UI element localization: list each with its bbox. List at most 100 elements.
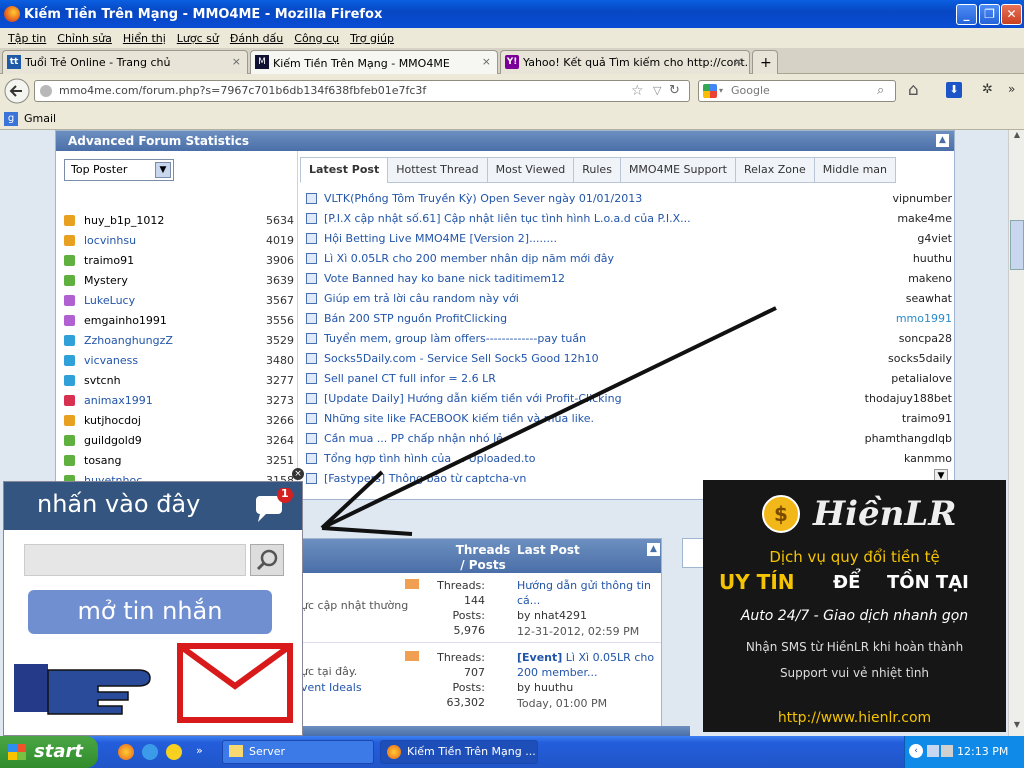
- page-scrollbar[interactable]: ▲ ▼: [1008, 130, 1024, 736]
- poster-name[interactable]: kutjhocdoj: [84, 414, 141, 427]
- menu-bookmarks[interactable]: Đánh dấu: [224, 32, 288, 45]
- tab-yahoo[interactable]: Y! Yahoo! Kết quả Tìm kiếm cho http://co…: [500, 50, 750, 74]
- thread-tab[interactable]: Hottest Thread: [387, 157, 488, 183]
- hienlr-advertisement[interactable]: $ HiềnLR Dịch vụ quy đổi tiền tệ UY TÍN …: [703, 480, 1006, 732]
- thread-tab[interactable]: Middle man: [813, 157, 896, 183]
- back-button[interactable]: [4, 78, 30, 104]
- engine-dropdown-icon[interactable]: ▾: [719, 81, 723, 101]
- poster-name[interactable]: vicvaness: [84, 354, 138, 367]
- thread-user[interactable]: g4viet: [917, 232, 952, 245]
- menu-history[interactable]: Lược sử: [171, 32, 224, 45]
- poster-name[interactable]: svtcnh: [84, 374, 121, 387]
- thread-link[interactable]: VLTK(Phồng Tôm Truyền Kỳ) Open Sever ngà…: [324, 192, 642, 205]
- thread-user[interactable]: makeno: [908, 272, 952, 285]
- network-icon[interactable]: [927, 745, 939, 757]
- thread-user[interactable]: mmo1991: [896, 312, 952, 325]
- menu-view[interactable]: Hiển thị: [117, 32, 171, 45]
- expand-quicklaunch-icon[interactable]: »: [196, 744, 203, 757]
- thread-tab[interactable]: MMO4ME Support: [619, 157, 736, 183]
- scroll-down-icon[interactable]: ▼: [1010, 720, 1024, 734]
- poster-name[interactable]: guildgold9: [84, 434, 142, 447]
- dropdown-arrow-icon[interactable]: ▽: [653, 81, 661, 101]
- last-post-link[interactable]: [Event] Lì Xì 0.05LR cho 200 member...: [517, 650, 657, 680]
- poster-name[interactable]: tosang: [84, 454, 121, 467]
- rss-icon[interactable]: [405, 579, 419, 589]
- ad-url[interactable]: http://www.hienlr.com: [703, 710, 1006, 726]
- firefox-quicklaunch-icon[interactable]: [118, 744, 134, 760]
- chat-search-input[interactable]: [24, 544, 246, 576]
- messenger-quicklaunch-icon[interactable]: [166, 744, 182, 760]
- poster-name[interactable]: ZzhoanghungzZ: [84, 334, 173, 347]
- thread-user[interactable]: kanmmo: [904, 452, 952, 465]
- home-icon[interactable]: ⌂: [908, 80, 919, 100]
- close-tab-icon[interactable]: ×: [232, 55, 241, 68]
- task-server[interactable]: Server: [222, 740, 374, 764]
- chevron-down-icon[interactable]: ▼: [155, 162, 171, 178]
- scroll-thumb[interactable]: [1010, 220, 1024, 270]
- menu-file[interactable]: Tập tin: [2, 32, 51, 45]
- start-button[interactable]: start: [0, 736, 98, 768]
- top-poster-select[interactable]: Top Poster ▼: [64, 159, 174, 181]
- poster-name[interactable]: locvinhsu: [84, 234, 136, 247]
- last-post-user[interactable]: by nhat4291: [517, 609, 587, 622]
- last-post-link[interactable]: Hướng dẫn gửi thông tin cá...: [517, 578, 657, 608]
- addon-icon[interactable]: ✲: [982, 82, 993, 97]
- thread-link[interactable]: Lì Xì 0.05LR cho 200 member nhân dịp năm…: [324, 252, 614, 265]
- thread-tab[interactable]: Most Viewed: [486, 157, 575, 183]
- thread-user[interactable]: socks5daily: [888, 352, 952, 365]
- search-box[interactable]: ▾ Google ⌕: [698, 80, 896, 102]
- menu-tools[interactable]: Công cụ: [288, 32, 344, 45]
- thread-link[interactable]: Hội Betting Live MMO4ME [Version 2].....…: [324, 232, 557, 245]
- thread-user[interactable]: make4me: [897, 212, 952, 225]
- maximize-button[interactable]: ❐: [979, 4, 1000, 25]
- close-tab-icon[interactable]: ×: [734, 55, 743, 68]
- close-button[interactable]: ✕: [1001, 4, 1022, 25]
- poster-name[interactable]: traimo91: [84, 254, 134, 267]
- download-icon[interactable]: ⬇: [946, 82, 962, 98]
- close-tab-icon[interactable]: ×: [482, 55, 491, 68]
- thread-user[interactable]: seawhat: [906, 292, 952, 305]
- thread-tab[interactable]: Relax Zone: [735, 157, 815, 183]
- volume-icon[interactable]: [941, 745, 953, 757]
- task-firefox[interactable]: Kiếm Tiền Trên Mạng ...: [380, 740, 538, 764]
- chat-search-button[interactable]: [250, 544, 284, 576]
- poster-name[interactable]: Mystery: [84, 274, 128, 287]
- thread-user[interactable]: vipnumber: [893, 192, 952, 205]
- poster-name[interactable]: LukeLucy: [84, 294, 135, 307]
- rss-icon[interactable]: [405, 651, 419, 661]
- overflow-chevron-icon[interactable]: »: [1008, 82, 1015, 96]
- tray-expand-icon[interactable]: ‹: [909, 744, 923, 758]
- menu-edit[interactable]: Chỉnh sửa: [51, 32, 117, 45]
- tab-mmo4me[interactable]: M Kiếm Tiền Trên Mạng - MMO4ME ×: [250, 50, 498, 75]
- ie-quicklaunch-icon[interactable]: [142, 744, 158, 760]
- thread-user[interactable]: soncpa28: [899, 332, 952, 345]
- collapse-icon[interactable]: ▲: [936, 134, 949, 147]
- url-bar[interactable]: mmo4me.com/forum.php?s=7967c701b6db134f6…: [34, 80, 690, 102]
- chat-header[interactable]: nhấn vào đây 1 ×: [4, 468, 304, 530]
- subforum-link[interactable]: vent Ideals: [301, 681, 362, 694]
- open-messages-button[interactable]: mở tin nhắn: [28, 590, 272, 634]
- poster-name[interactable]: emgainho1991: [84, 314, 167, 327]
- minimize-button[interactable]: _: [956, 4, 977, 25]
- thread-user[interactable]: petalialove: [891, 372, 952, 385]
- reload-icon[interactable]: ↻: [669, 81, 680, 101]
- thread-link[interactable]: Vote Banned hay ko bane nick taditimem12: [324, 272, 565, 285]
- last-post-user[interactable]: by huuthu: [517, 681, 573, 694]
- collapse-icon[interactable]: ▲: [647, 543, 660, 556]
- star-bookmark-icon[interactable]: ☆: [631, 81, 644, 101]
- thread-user[interactable]: huuthu: [913, 252, 952, 265]
- bookmark-gmail[interactable]: Gmail: [24, 112, 56, 125]
- poster-name[interactable]: animax1991: [84, 394, 153, 407]
- scroll-up-icon[interactable]: ▲: [1010, 130, 1024, 144]
- search-icon[interactable]: ⌕: [877, 81, 884, 101]
- thread-user[interactable]: phamthangdlqb: [865, 432, 952, 445]
- menu-help[interactable]: Trợ giúp: [344, 32, 399, 45]
- thread-user[interactable]: traimo91: [902, 412, 952, 425]
- tab-tuoitre[interactable]: tt Tuổi Trẻ Online - Trang chủ ×: [2, 50, 248, 74]
- thread-user[interactable]: thodajuy188bet: [865, 392, 952, 405]
- thread-tab[interactable]: Latest Post: [300, 157, 389, 183]
- google-engine-icon[interactable]: [703, 84, 717, 98]
- poster-name[interactable]: huy_b1p_1012: [84, 214, 164, 227]
- thread-tab[interactable]: Rules: [573, 157, 621, 183]
- new-tab-button[interactable]: +: [752, 50, 778, 74]
